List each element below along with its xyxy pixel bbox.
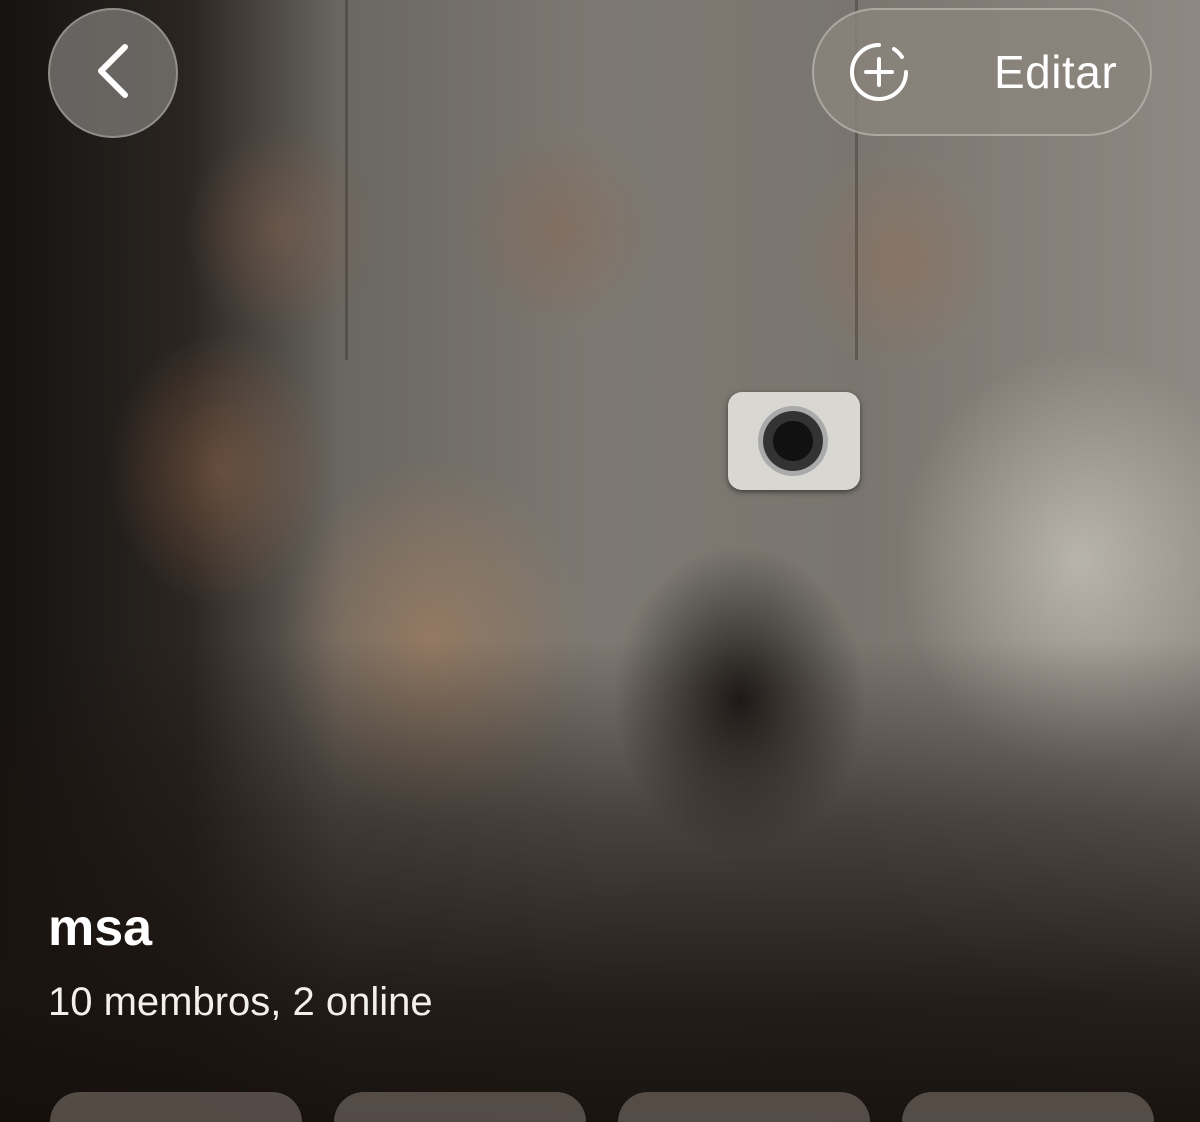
group-info-screen: Editar msa 10 membros, 2 online: [0, 0, 1200, 1122]
back-button[interactable]: [48, 8, 178, 138]
photo-bottom-gradient: [0, 0, 1200, 1122]
group-name: msa: [48, 899, 153, 957]
chevron-left-icon: [91, 41, 135, 106]
edit-label: Editar: [994, 46, 1118, 98]
group-member-count: 10 membros, 2 online: [48, 980, 433, 1024]
action-button-3[interactable]: [618, 1092, 870, 1122]
action-button-2[interactable]: [334, 1092, 586, 1122]
action-button-1[interactable]: [50, 1092, 302, 1122]
add-photo-icon: [848, 41, 910, 103]
edit-button[interactable]: Editar: [812, 8, 1152, 136]
action-button-4[interactable]: [902, 1092, 1154, 1122]
group-actions-row: [50, 1092, 1190, 1122]
